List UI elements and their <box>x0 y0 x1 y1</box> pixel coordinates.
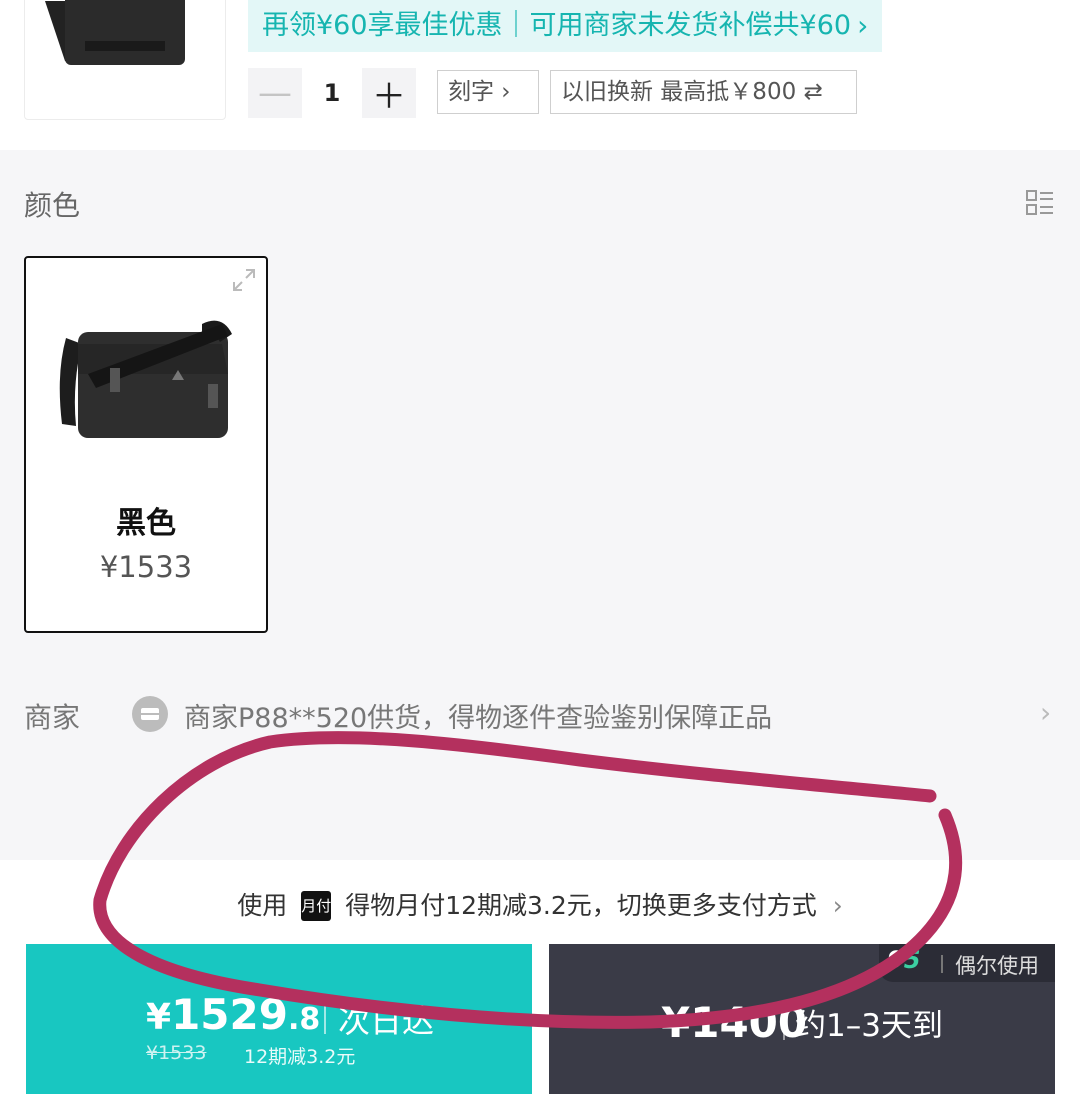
engrave-button[interactable]: 刻字 › <box>437 70 539 114</box>
original-price: ¥1533 <box>146 1042 207 1064</box>
chevron-right-icon[interactable]: › <box>1040 696 1051 729</box>
logo-digit-b: 5 <box>903 946 921 974</box>
installment-promo: 12期减3.2元 <box>244 1046 356 1068</box>
promo-text: 再领¥60享最佳优惠｜可用商家未发货补偿共¥60 <box>262 10 852 41</box>
logo-digit-a: 9 <box>887 946 904 974</box>
brand-logo: 95 <box>887 946 920 974</box>
quantity-value: 1 <box>323 79 341 107</box>
monthly-pay-badge: 月付 <box>301 891 331 921</box>
product-thumbnail[interactable] <box>24 0 226 120</box>
delivery-label: 次日达 <box>338 1002 435 1040</box>
top-panel: 再领¥60享最佳优惠｜可用商家未发货补偿共¥60 › — 1 ＋ 刻字 › 以旧… <box>0 0 1080 150</box>
buy-price: ¥1529.8 <box>146 990 320 1039</box>
color-section-title: 颜色 <box>24 189 81 222</box>
bag-image <box>59 320 232 438</box>
usage-tag-text: 偶尔使用 <box>955 954 1039 978</box>
buy-standard-button[interactable]: 95 偶尔使用 ¥1400 约1–3天到 <box>549 944 1055 1094</box>
payment-method-switch[interactable]: 使用 月付 得物月付12期减3.2元，切换更多支付方式 › <box>0 886 1080 922</box>
payment-text: 得物月付12期减3.2元，切换更多支付方式 <box>345 891 817 920</box>
divider <box>324 1000 326 1034</box>
color-option-card[interactable]: 黑色 ¥1533 <box>24 256 268 633</box>
store-icon <box>132 696 168 732</box>
price-decimal: .8 <box>287 1002 321 1037</box>
increase-quantity-button[interactable]: ＋ <box>362 68 416 118</box>
price-integer: 1529 <box>171 990 288 1039</box>
list-view-icon[interactable] <box>1026 190 1054 216</box>
color-price: ¥1533 <box>99 550 193 584</box>
decrease-quantity-button[interactable]: — <box>248 68 302 118</box>
color-name: 黑色 <box>116 506 176 541</box>
merchant-info[interactable]: 商家P88**520供货，得物逐件查验鉴别保障正品 <box>184 696 772 735</box>
divider <box>783 1006 785 1040</box>
delivery-label: 约1–3天到 <box>795 1008 943 1044</box>
chevron-right-icon: › <box>857 9 869 42</box>
merchant-label: 商家 <box>24 701 81 734</box>
divider <box>941 955 943 973</box>
currency-symbol: ¥ <box>146 997 172 1038</box>
chevron-right-icon: › <box>832 891 843 920</box>
usage-tag: 95 偶尔使用 <box>879 944 1055 982</box>
alt-price: ¥1400 <box>661 998 808 1047</box>
expand-icon[interactable] <box>232 268 256 292</box>
promo-banner[interactable]: 再领¥60享最佳优惠｜可用商家未发货补偿共¥60 › <box>248 0 883 52</box>
buy-next-day-button[interactable]: ¥1529.8 次日达 ¥1533 12期减3.2元 <box>26 944 532 1094</box>
trade-in-button[interactable]: 以旧换新 最高抵￥800 ⇄ <box>550 70 857 114</box>
payment-prefix: 使用 <box>237 891 288 920</box>
